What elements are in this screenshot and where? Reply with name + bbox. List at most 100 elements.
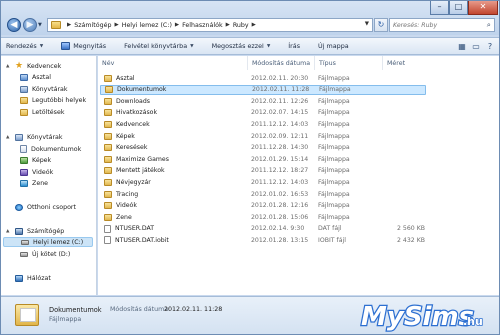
close-button[interactable]: ✕ <box>468 1 498 15</box>
file-row[interactable]: Névjegyzár 2011.12.12. 14:03 Fájlmappa <box>100 177 426 187</box>
file-row[interactable]: Keresések 2011.12.28. 14:30 Fájlmappa <box>100 143 426 153</box>
nav-pictures[interactable]: Képek <box>1 155 51 165</box>
file-type: DAT fájl <box>318 225 342 233</box>
nav-new-volume-label: Új kötet (D:) <box>32 250 71 258</box>
file-date: 2012.01.28. 15:06 <box>251 213 309 221</box>
forward-arrow-icon[interactable]: ▶ <box>23 18 37 32</box>
nav-music-label: Zene <box>32 179 49 187</box>
nav-computer[interactable]: Számítógép <box>1 226 64 236</box>
chevron-right-icon[interactable]: ▶ <box>226 22 230 28</box>
view-controls: ▦ ▭ ? <box>455 41 497 53</box>
library-icon <box>20 85 28 93</box>
file-row[interactable]: NTUSER.DAT 2012.02.14. 9:30 DAT fájl 2 560 … <box>100 224 426 234</box>
address-history-dropdown-icon[interactable]: ▼ <box>365 21 369 27</box>
burn-label: Írás <box>288 42 301 50</box>
file-type: Fájlmappa <box>318 213 350 221</box>
nav-documents[interactable]: Dokumentumok <box>1 144 81 154</box>
refresh-icon[interactable]: ↻ <box>374 18 388 32</box>
network-icon <box>15 274 23 282</box>
file-name: Hivatkozások <box>116 109 158 117</box>
nav-favorites[interactable]: ★ Kedvencek <box>1 61 61 71</box>
file-date: 2012.02.07. 14:15 <box>251 109 309 117</box>
nav-local-disk[interactable]: Helyi lemez (C:) <box>3 237 93 247</box>
window-controls: – □ ✕ <box>430 1 498 16</box>
folder-icon <box>104 144 112 152</box>
open-button[interactable]: Megnyitás <box>61 42 106 50</box>
nav-network[interactable]: Hálózat <box>1 273 51 283</box>
help-icon[interactable]: ? <box>483 41 497 53</box>
nav-libraries[interactable]: Könyvtárak <box>1 132 63 142</box>
search-input[interactable] <box>390 19 480 31</box>
breadcrumb-item-local-disk[interactable]: Helyi lemez (C:) <box>122 22 172 29</box>
search-icon[interactable]: ⌕ <box>487 20 491 30</box>
file-date: 2012.01.02. 16:53 <box>251 190 309 198</box>
file-date: 2011.12.12. 14:03 <box>251 120 309 128</box>
file-row[interactable]: Videók 2012.01.28. 12:16 Fájlmappa <box>100 201 426 211</box>
file-type: Fájlmappa <box>318 132 350 140</box>
nav-libraries-shortcut[interactable]: Könyvtárak <box>1 84 68 94</box>
include-in-library-button[interactable]: Felvétel könyvtárba ▼ <box>124 42 193 50</box>
file-row[interactable]: Maximize Games 2012.01.29. 15:14 Fájlmappa <box>100 154 426 164</box>
chevron-right-icon[interactable]: ▶ <box>175 22 179 28</box>
chevron-right-icon[interactable]: ▶ <box>252 22 256 28</box>
column-header-date[interactable]: Módosítás dátuma <box>247 56 314 70</box>
nav-libraries-label: Könyvtárak <box>27 133 63 141</box>
folder-icon <box>104 167 112 175</box>
column-header-name[interactable]: Név <box>98 56 247 70</box>
file-row[interactable]: Képek 2012.02.09. 12:11 Fájlmappa <box>100 131 426 141</box>
share-with-label: Megosztás ezzel <box>211 42 264 50</box>
back-arrow-icon[interactable]: ◀ <box>7 18 21 32</box>
file-row[interactable]: Zene 2012.01.28. 15:06 Fájlmappa <box>100 212 426 222</box>
maximize-button[interactable]: □ <box>449 1 468 15</box>
file-name-cell: Downloads <box>104 97 150 105</box>
file-date: 2012.01.28. 13:15 <box>251 236 309 244</box>
preview-pane-icon[interactable]: ▭ <box>469 41 483 53</box>
nav-desktop[interactable]: Asztal <box>1 72 51 82</box>
chevron-right-icon[interactable]: ▶ <box>114 22 118 28</box>
folder-icon <box>104 74 112 82</box>
nav-local-disk-label: Helyi lemez (C:) <box>33 238 84 246</box>
nav-music[interactable]: Zene <box>1 178 48 188</box>
file-row[interactable]: Kedvencek 2011.12.12. 14:03 Fájlmappa <box>100 119 426 129</box>
file-date: 2011.12.28. 14:30 <box>251 144 309 152</box>
file-row[interactable]: Dokumentumok 2012.02.11. 11:28 Fájlmappa <box>100 84 426 95</box>
column-header-size[interactable]: Méret <box>382 56 424 70</box>
address-bar[interactable]: ▶ Számítógép ▶ Helyi lemez (C:) ▶ Felhas… <box>47 18 373 32</box>
file-row[interactable]: Mentett játékok 2011.12.12. 18:27 Fájlmapp… <box>100 166 426 176</box>
nav-homegroup[interactable]: Otthoni csoport <box>1 202 76 212</box>
breadcrumb-item-users[interactable]: Felhasználók <box>182 22 222 29</box>
folder-icon <box>104 213 112 221</box>
file-row[interactable]: NTUSER.DAT.iobit 2012.01.28. 13:15 IOBIT f… <box>100 235 426 245</box>
file-row[interactable]: Asztal 2012.02.11. 20:30 Fájlmappa <box>100 73 426 83</box>
chevron-down-icon: ▼ <box>190 43 194 49</box>
nav-downloads[interactable]: Letöltések <box>1 107 65 117</box>
organize-button[interactable]: Rendezés ▼ <box>6 42 43 50</box>
file-list: Név Módosítás dátuma Típus Méret Asztal 2… <box>98 56 499 295</box>
file-name: Mentett játékok <box>116 167 165 175</box>
breadcrumb-item-computer[interactable]: Számítógép <box>74 22 111 29</box>
nav-recent-places[interactable]: Legutóbbi helyek <box>1 95 86 105</box>
new-folder-button[interactable]: Új mappa <box>318 42 349 50</box>
column-header-type[interactable]: Típus <box>314 56 382 70</box>
file-row[interactable]: Downloads 2012.02.11. 12:26 Fájlmappa <box>100 96 426 106</box>
file-row[interactable]: Tracing 2012.01.02. 16:53 Fájlmappa <box>100 189 426 199</box>
file-name-cell: Keresések <box>104 144 147 152</box>
file-name: Zene <box>116 213 132 221</box>
recent-pages-dropdown-icon[interactable]: ▼ <box>38 22 45 28</box>
file-name: Asztal <box>116 74 135 82</box>
share-with-button[interactable]: Megosztás ezzel ▼ <box>212 42 271 50</box>
nav-new-volume[interactable]: Új kötet (D:) <box>1 249 70 259</box>
chevron-right-icon[interactable]: ▶ <box>67 22 71 28</box>
file-row[interactable]: Hivatkozások 2012.02.07. 14:15 Fájlmappa <box>100 108 426 118</box>
minimize-button[interactable]: – <box>430 1 449 15</box>
breadcrumb-item-ruby[interactable]: Ruby <box>233 22 249 29</box>
burn-button[interactable]: Írás <box>288 42 300 50</box>
nav-videos[interactable]: Videók <box>1 167 53 177</box>
change-view-icon[interactable]: ▦ <box>455 41 469 53</box>
file-date: 2012.02.14. 9:30 <box>251 225 305 233</box>
organize-label: Rendezés <box>6 42 37 50</box>
file-type: Fájlmappa <box>318 178 350 186</box>
folder-icon <box>104 109 112 117</box>
folder-icon <box>104 155 112 163</box>
search-box[interactable]: ⌕ <box>389 18 495 32</box>
